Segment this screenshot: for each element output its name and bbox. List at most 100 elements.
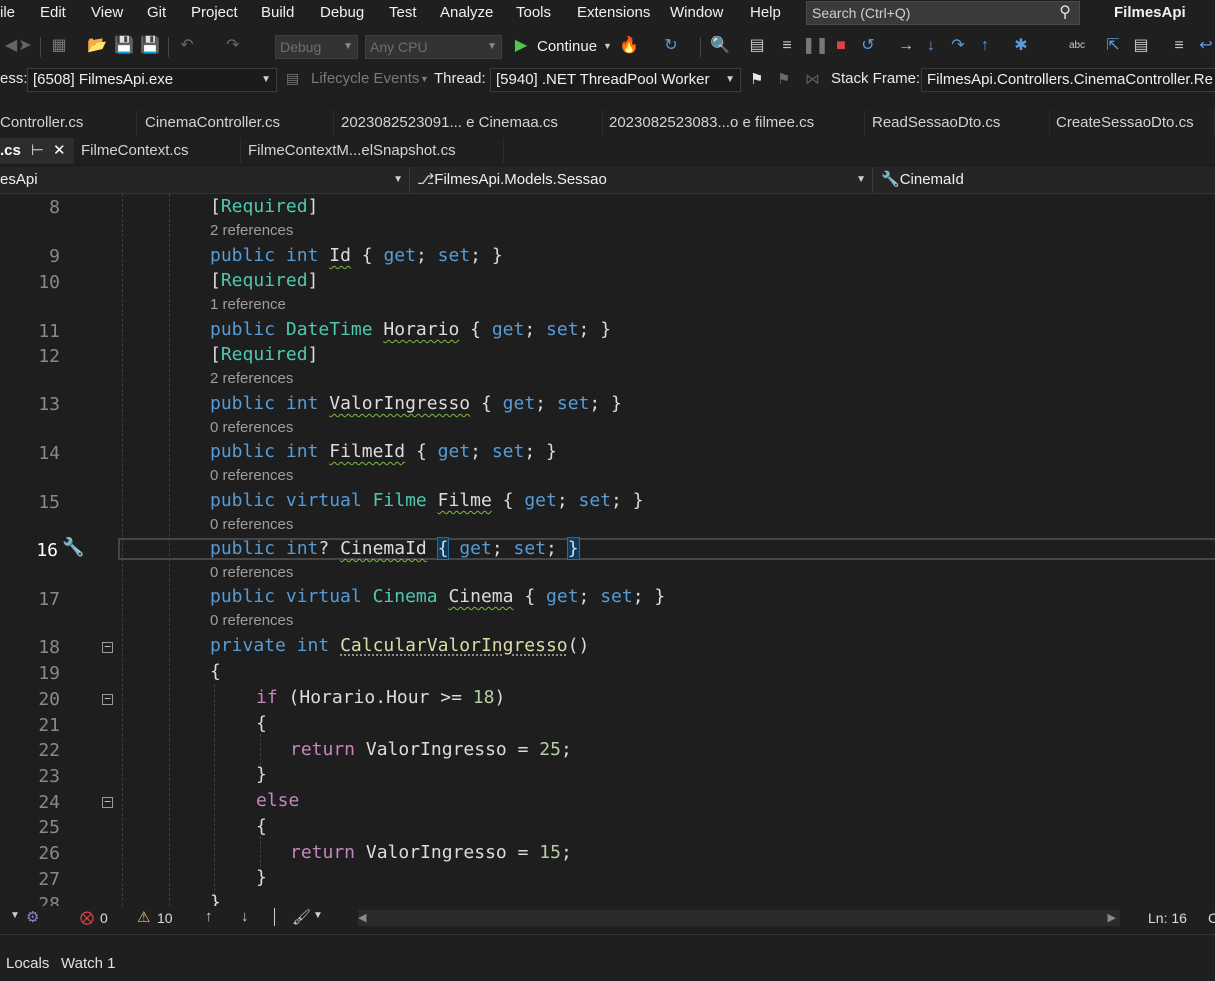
menu-test[interactable]: Test [389, 0, 417, 27]
code-line-22[interactable]: return ValorIngresso = 25; [290, 739, 572, 760]
code-line-27[interactable]: } [256, 867, 267, 888]
tab-watch-1[interactable]: Watch 1 [61, 955, 115, 972]
code-line-23[interactable]: } [256, 764, 267, 785]
navigate-forward-icon[interactable]: ➤ [14, 35, 36, 57]
step-into-icon[interactable]: ↓ [920, 35, 942, 57]
step-over-icon[interactable]: ↷ [947, 35, 969, 57]
code-line-21[interactable]: { [256, 713, 267, 734]
chevron-down-icon[interactable]: ▼ [10, 910, 20, 921]
next-issue-icon[interactable]: ↓ [241, 908, 249, 925]
search-box[interactable]: ⚲ [806, 1, 1080, 25]
code-line-15[interactable]: public virtual Filme Filme { get; set; } [210, 490, 644, 511]
tab-active-sessao[interactable]: .cs ⊢ ✕ [0, 138, 74, 164]
thread-select[interactable]: [5940] .NET ThreadPool Worker ▼ [490, 68, 741, 92]
collapse-icon[interactable]: − [102, 693, 113, 705]
code-lens-references[interactable]: 0 references [210, 516, 293, 533]
member-dropdown[interactable]: 🔧CinemaId [876, 167, 1215, 193]
code-line-17[interactable]: public virtual Cinema Cinema { get; set;… [210, 586, 665, 607]
menu-file[interactable]: ile [0, 0, 15, 27]
intellicode-icon[interactable]: ⚙ [26, 908, 39, 926]
hot-reload-icon[interactable]: 🔥 [618, 35, 640, 57]
previous-issue-icon[interactable]: ↑ [205, 908, 213, 925]
quick-actions-screwdriver-icon[interactable]: 🔧 [62, 537, 84, 558]
tab-filme-context[interactable]: FilmeContext.cs [75, 138, 241, 164]
solution-explorer-icon[interactable]: ▤ [746, 35, 768, 57]
code-lens-references[interactable]: 0 references [210, 612, 293, 629]
continue-icon[interactable]: ▶ [510, 35, 532, 57]
code-lens-references[interactable]: 1 reference [210, 296, 286, 313]
new-project-icon[interactable]: ▦ [48, 35, 70, 57]
code-line-25[interactable]: { [256, 816, 267, 837]
code-line-16[interactable]: public int? CinemaId { get; set; } [210, 537, 580, 560]
flag-thread-icon[interactable]: ⚑ [750, 70, 763, 88]
code-lens-references[interactable]: 2 references [210, 370, 293, 387]
chevron-down-icon[interactable]: ▼ [313, 910, 323, 921]
menu-help[interactable]: Help [750, 0, 781, 27]
code-line-28[interactable]: } [210, 892, 221, 906]
thread-group-icon[interactable]: ⋈ [805, 70, 820, 88]
line-position[interactable]: Ln: 16 [1148, 910, 1187, 926]
code-editor[interactable]: 8 [Required] 2 references 9 public int I… [0, 194, 1215, 906]
redo-icon[interactable]: ↷ [222, 35, 244, 57]
menu-tools[interactable]: Tools [516, 0, 551, 27]
tab-migration-filmee[interactable]: 2023082523083...o e filmee.cs [603, 110, 865, 136]
code-line-12[interactable]: [Required] [210, 344, 318, 365]
diagnostic-icon[interactable]: ✱ [1010, 35, 1032, 57]
menu-build[interactable]: Build [261, 0, 294, 27]
step-filter-icon[interactable]: ≡ [776, 35, 798, 57]
horizontal-scrollbar[interactable]: ◀ ▶ [358, 910, 1120, 926]
code-line-19[interactable]: { [210, 661, 221, 682]
tab-model-snapshot[interactable]: FilmeContextM...elSnapshot.cs [242, 138, 504, 164]
type-dropdown[interactable]: ⎇FilmesApi.Models.Sessao ▼ [413, 167, 873, 193]
search-icon[interactable]: ⚲ [1059, 2, 1071, 22]
close-icon[interactable]: ✕ [53, 138, 66, 163]
code-line-13[interactable]: public int ValorIngresso { get; set; } [210, 393, 622, 414]
pause-icon[interactable]: ❚❚ [802, 35, 829, 57]
tab-cinema-controller[interactable]: CinemaController.cs [139, 110, 334, 136]
code-line-20[interactable]: if (Horario.Hour >= 18) [256, 687, 505, 708]
configuration-select[interactable]: Debug ▼ [275, 35, 358, 59]
menu-extensions[interactable]: Extensions [577, 0, 650, 27]
collapse-icon[interactable]: − [102, 641, 113, 653]
folder-search-icon[interactable]: 🔍 [709, 35, 731, 57]
code-lens-references[interactable]: 0 references [210, 467, 293, 484]
scroll-right-icon[interactable]: ▶ [1108, 911, 1116, 924]
show-next-statement-icon[interactable]: → [895, 35, 917, 57]
menu-project[interactable]: Project [191, 0, 238, 27]
warning-icon[interactable]: ⚠ [137, 908, 150, 926]
pin-icon[interactable]: ⊢ [31, 138, 44, 163]
tab-controller[interactable]: Controller.cs [0, 110, 137, 136]
code-line-18[interactable]: private int CalcularValorIngresso() [210, 635, 589, 656]
menu-analyze[interactable]: Analyze [440, 0, 493, 27]
platform-select[interactable]: Any CPU ▼ [365, 35, 502, 59]
code-cleanup-icon[interactable]: 🖌 [292, 908, 311, 926]
stop-icon[interactable]: ■ [830, 35, 852, 57]
comment-icon[interactable]: ↩ [1195, 35, 1215, 57]
menu-view[interactable]: View [91, 0, 123, 27]
code-line-11[interactable]: public DateTime Horario { get; set; } [210, 319, 611, 340]
spell-check-icon[interactable]: abc [1066, 35, 1088, 57]
error-icon[interactable]: ⨂ [80, 909, 94, 926]
code-line-26[interactable]: return ValorIngresso = 15; [290, 842, 572, 863]
column-position[interactable]: C [1208, 910, 1215, 926]
format-icon[interactable]: ⇱ [1102, 35, 1124, 57]
project-dropdown[interactable]: esApi ▼ [0, 167, 410, 193]
error-count[interactable]: 0 [100, 910, 108, 926]
menu-window[interactable]: Window [670, 0, 723, 27]
restart-icon[interactable]: ↻ [660, 35, 682, 57]
continue-button[interactable]: Continue [537, 38, 597, 55]
open-folder-icon[interactable]: 📂 [86, 35, 108, 57]
menu-git[interactable]: Git [147, 0, 166, 27]
tab-create-sessao-dto[interactable]: CreateSessaoDto.cs [1050, 110, 1215, 136]
code-line-8[interactable]: [Required] [210, 196, 318, 217]
document-outline-icon[interactable]: ▤ [1130, 35, 1152, 57]
scroll-left-icon[interactable]: ◀ [358, 911, 366, 924]
stack-frame-select[interactable]: FilmesApi.Controllers.CinemaController.R… [921, 68, 1215, 92]
step-out-icon[interactable]: ↑ [974, 35, 996, 57]
code-line-9[interactable]: public int Id { get; set; } [210, 245, 503, 266]
code-line-24[interactable]: else [256, 790, 299, 811]
restart-debug-icon[interactable]: ↺ [857, 35, 879, 57]
tab-migration-cinemaa[interactable]: 2023082523091... e Cinemaa.cs [335, 110, 603, 136]
code-lens-references[interactable]: 2 references [210, 222, 293, 239]
lifecycle-events-icon[interactable]: ▤ [286, 70, 299, 87]
